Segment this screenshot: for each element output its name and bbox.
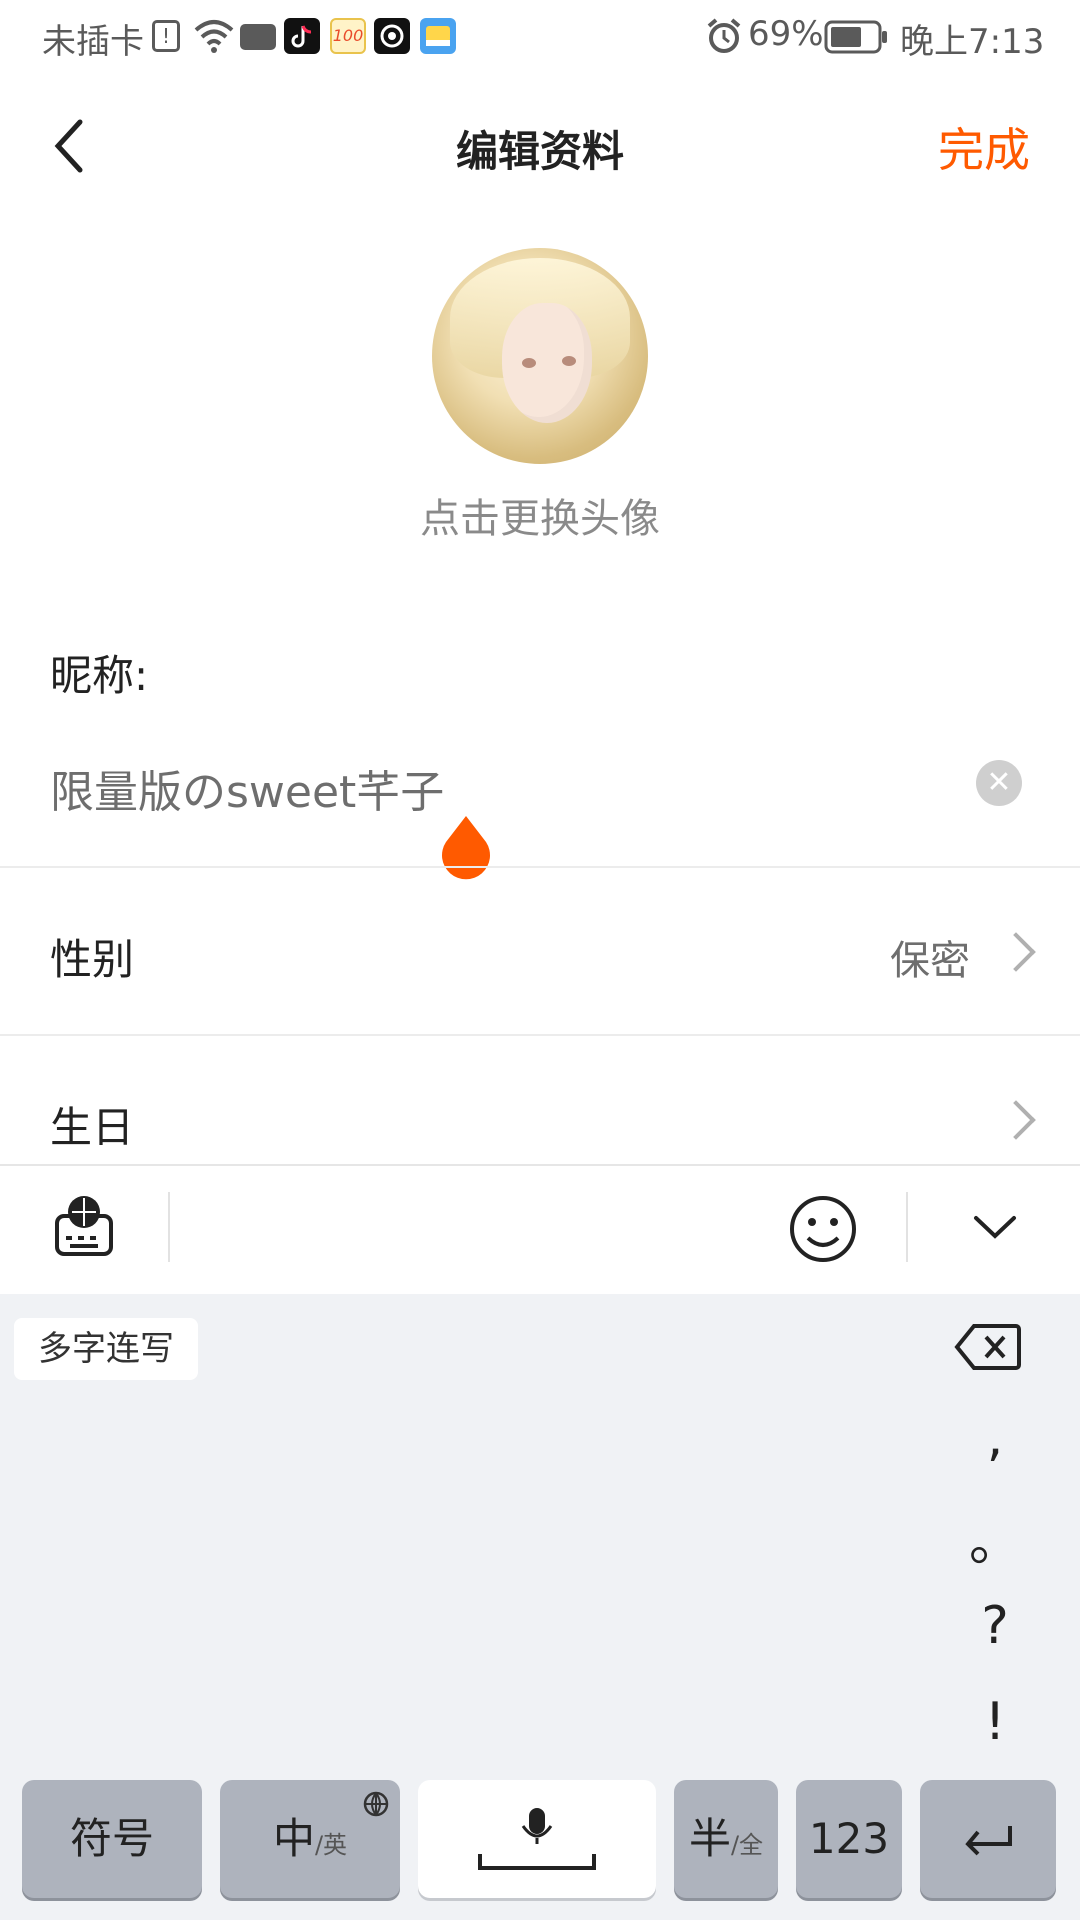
key-sub-label: /全 <box>730 1831 764 1859</box>
battery-percent: 69% <box>748 14 824 54</box>
half-full-key[interactable]: 半/全 <box>674 1780 778 1898</box>
microphone-icon <box>478 1808 596 1870</box>
key-main-label: 半 <box>688 1814 731 1863</box>
birthday-label: 生日 <box>50 1103 135 1152</box>
space-key[interactable] <box>418 1780 656 1898</box>
chevron-right-icon <box>996 932 1036 972</box>
gender-row[interactable]: 性别 保密 <box>0 868 1080 1034</box>
toolbar-separator <box>906 1192 908 1262</box>
gender-value: 保密 <box>890 938 970 984</box>
keyboard-globe-icon[interactable] <box>54 1192 114 1262</box>
gender-label: 性别 <box>50 935 135 984</box>
collapse-keyboard-icon[interactable] <box>972 1212 1018 1246</box>
globe-icon <box>363 1791 389 1817</box>
chinese-english-key[interactable]: 中/英 <box>220 1780 400 1898</box>
key-main-label: 中 <box>272 1814 315 1863</box>
clock-time: 晚上7:13 <box>900 22 1045 62</box>
keyboard-status-icon <box>240 24 276 50</box>
score-app-icon: 100 <box>330 18 366 54</box>
birthday-row[interactable]: 生日 <box>0 1036 1080 1164</box>
multi-char-chip[interactable]: 多字连写 <box>14 1318 198 1380</box>
avatar[interactable] <box>432 248 648 464</box>
circle-app-icon <box>374 18 410 54</box>
status-bar: 未插卡 ! 100 69% 晚上7:13 <box>0 0 1080 76</box>
carrier-text: 未插卡 <box>42 22 144 62</box>
chevron-right-icon <box>996 1100 1036 1140</box>
message-app-icon <box>420 18 456 54</box>
key-sub-label: /英 <box>314 1831 348 1859</box>
battery-icon <box>824 20 888 58</box>
emoji-icon[interactable] <box>788 1194 858 1268</box>
page-title: 编辑资料 <box>455 127 624 176</box>
change-avatar-tip[interactable]: 点击更换头像 <box>0 486 1080 544</box>
punct-comma-key[interactable]: , <box>960 1408 1030 1468</box>
wifi-icon <box>192 16 236 60</box>
sim-alert-icon: ! <box>152 20 180 52</box>
keyboard-toolbar <box>0 1164 1080 1296</box>
done-button[interactable]: 完成 <box>938 114 1030 180</box>
punct-period-key[interactable]: 。 <box>960 1500 1030 1575</box>
toolbar-separator <box>168 1192 170 1262</box>
punct-question-key[interactable]: ? <box>960 1596 1030 1656</box>
nickname-label: 昵称: <box>50 651 149 700</box>
enter-key[interactable] <box>920 1780 1056 1898</box>
punct-exclamation-key[interactable]: ! <box>960 1692 1030 1752</box>
number-key[interactable]: 123 <box>796 1780 902 1898</box>
tiktok-icon <box>284 18 320 54</box>
backspace-icon[interactable] <box>954 1322 1022 1376</box>
nickname-input[interactable]: 限量版のsweet芊子 <box>50 756 444 820</box>
symbol-key[interactable]: 符号 <box>22 1780 202 1898</box>
enter-icon <box>965 1826 1012 1856</box>
alarm-icon <box>704 16 744 60</box>
clear-icon[interactable]: ✕ <box>976 760 1022 806</box>
